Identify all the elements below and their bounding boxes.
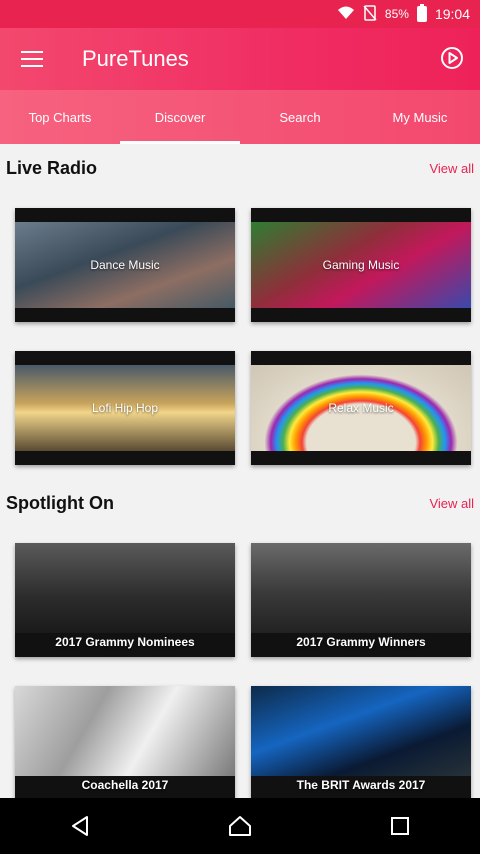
battery-icon	[416, 4, 427, 22]
battery-percent: 85%	[384, 7, 409, 21]
menu-icon[interactable]	[21, 51, 43, 67]
brit-awards-image	[251, 686, 471, 776]
wifi-icon	[337, 6, 355, 23]
coachella-image	[15, 686, 235, 776]
back-icon[interactable]	[68, 814, 92, 838]
spotlight-card-grammy-nominees[interactable]: 2017 Grammy Nominees	[15, 543, 235, 657]
radio-card-label: Lofi Hip Hop	[91, 401, 159, 415]
radio-card-label: Dance Music	[90, 258, 160, 272]
app-bar: PureTunes	[0, 28, 480, 90]
tab-discover[interactable]: Discover	[120, 90, 240, 144]
spotlight-card-label: The BRIT Awards 2017	[296, 778, 426, 792]
tab-my-music[interactable]: My Music	[360, 90, 480, 144]
tab-search[interactable]: Search	[240, 90, 360, 144]
grammy-nominees-image	[15, 543, 235, 633]
tab-top-charts[interactable]: Top Charts	[0, 90, 120, 144]
radio-card-gaming[interactable]: Gaming Music	[251, 208, 471, 322]
spotlight-card-label: Coachella 2017	[81, 778, 169, 792]
spotlight-card-grammy-winners[interactable]: 2017 Grammy Winners	[251, 543, 471, 657]
app-title: PureTunes	[82, 46, 189, 71]
live-radio-header: Live Radio View all	[6, 158, 474, 179]
live-radio-view-all-link[interactable]: View all	[429, 161, 474, 176]
system-nav-bar	[0, 798, 480, 854]
radio-card-label: Relax Music	[328, 401, 394, 415]
spotlight-card-label: 2017 Grammy Winners	[296, 635, 426, 649]
play-circle-icon[interactable]	[440, 46, 464, 70]
radio-card-relax[interactable]: Relax Music	[251, 351, 471, 465]
spotlight-title: Spotlight On	[6, 493, 114, 513]
home-icon[interactable]	[228, 814, 252, 838]
spotlight-view-all-link[interactable]: View all	[429, 496, 474, 511]
spotlight-card-brit-awards[interactable]: The BRIT Awards 2017	[251, 686, 471, 800]
spotlight-header: Spotlight On View all	[6, 493, 474, 514]
no-sim-icon	[363, 4, 377, 24]
recents-icon[interactable]	[388, 814, 412, 838]
clock: 19:04	[434, 6, 470, 22]
grammy-winners-image	[251, 543, 471, 633]
live-radio-title: Live Radio	[6, 158, 98, 178]
radio-card-dance[interactable]: Dance Music	[15, 208, 235, 322]
radio-card-label: Gaming Music	[322, 258, 400, 272]
tab-bar: Top Charts Discover Search My Music	[0, 90, 480, 144]
spotlight-card-coachella[interactable]: Coachella 2017	[15, 686, 235, 800]
spotlight-card-label: 2017 Grammy Nominees	[55, 635, 195, 649]
status-bar: 85% 19:04	[0, 0, 480, 28]
radio-card-lofi[interactable]: Lofi Hip Hop	[15, 351, 235, 465]
